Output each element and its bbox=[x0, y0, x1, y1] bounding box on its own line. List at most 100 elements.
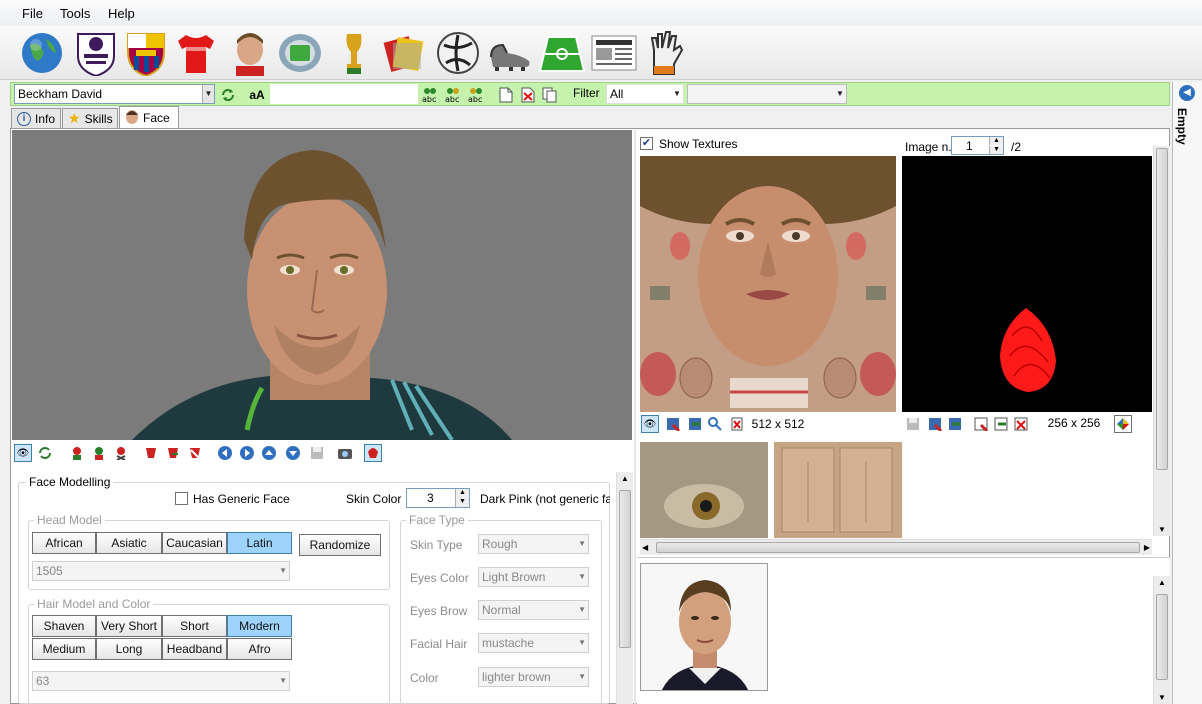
head-latin-button[interactable]: Latin bbox=[227, 532, 292, 554]
chevron-down-icon[interactable]: ▼ bbox=[834, 85, 846, 103]
save-icon[interactable] bbox=[904, 415, 922, 433]
scroll-left-icon[interactable]: ◀ bbox=[642, 543, 648, 552]
boots-icon[interactable] bbox=[486, 29, 534, 77]
fc-barcelona-icon[interactable] bbox=[122, 29, 170, 77]
show-textures-checkbox[interactable]: ✔ bbox=[640, 137, 653, 150]
head-caucasian-button[interactable]: Caucasian bbox=[162, 532, 227, 554]
eye-texture[interactable] bbox=[640, 442, 768, 538]
jersey-icon[interactable] bbox=[172, 29, 220, 77]
scroll-down-icon[interactable]: ▼ bbox=[1158, 693, 1166, 702]
skin-type-combo[interactable]: Rough ▼ bbox=[478, 534, 589, 554]
hair-afro-button[interactable]: Afro bbox=[227, 638, 292, 660]
globe-icon[interactable] bbox=[18, 29, 66, 77]
skin-color-stepper[interactable]: 3 ▲ ▼ bbox=[406, 488, 470, 508]
export-texture-icon[interactable] bbox=[926, 415, 944, 433]
import-texture-icon[interactable] bbox=[686, 415, 704, 433]
eye-icon[interactable]: 👁 bbox=[14, 444, 32, 462]
face-texture[interactable] bbox=[640, 156, 896, 412]
hair-texture[interactable] bbox=[902, 156, 1152, 412]
new-document-icon[interactable] bbox=[496, 85, 516, 105]
delete-head-icon[interactable] bbox=[112, 444, 130, 462]
generic-face-checkbox[interactable] bbox=[175, 492, 188, 505]
cards-icon[interactable] bbox=[380, 29, 428, 77]
photo-scrollbar[interactable]: ▲ ▼ bbox=[1153, 576, 1170, 704]
scrollbar-thumb[interactable] bbox=[1156, 148, 1168, 470]
filter-combo[interactable]: All ▼ bbox=[606, 84, 684, 104]
hair-medium-button[interactable]: Medium bbox=[32, 638, 96, 660]
refresh-icon[interactable] bbox=[36, 444, 54, 462]
tab-info[interactable]: i Info bbox=[11, 108, 61, 128]
search-input[interactable] bbox=[270, 84, 418, 104]
head-african-button[interactable]: African bbox=[32, 532, 96, 554]
scroll-up-icon[interactable]: ▲ bbox=[1158, 578, 1166, 587]
ball-icon[interactable] bbox=[434, 29, 482, 77]
player-combo[interactable]: Beckham David ▼ bbox=[14, 84, 215, 104]
hair-modern-button[interactable]: Modern bbox=[227, 615, 292, 637]
hair-model-combo[interactable]: 63 ▼ bbox=[32, 671, 290, 691]
hair-long-button[interactable]: Long bbox=[96, 638, 162, 660]
export-hair-icon[interactable] bbox=[142, 444, 160, 462]
scroll-up-icon[interactable]: ▲ bbox=[621, 474, 629, 483]
save-icon[interactable] bbox=[308, 444, 326, 462]
chevron-down-icon[interactable]: ▼ bbox=[671, 85, 683, 103]
delete-texture-icon[interactable] bbox=[728, 415, 746, 433]
delete-document-icon[interactable] bbox=[518, 85, 538, 105]
menu-tools[interactable]: Tools bbox=[60, 6, 90, 21]
secondary-filter-combo[interactable]: ▼ bbox=[687, 84, 847, 104]
facial-hair-combo[interactable]: mustache ▼ bbox=[478, 633, 589, 653]
copy-document-icon[interactable] bbox=[540, 85, 560, 105]
stadium-icon[interactable] bbox=[276, 29, 324, 77]
chevron-down-icon[interactable]: ▼ bbox=[202, 85, 214, 103]
texture-scrollbar[interactable]: ▼ bbox=[1153, 146, 1170, 536]
pitch-icon[interactable] bbox=[538, 29, 586, 77]
gloves-icon[interactable] bbox=[642, 29, 690, 77]
scrollbar-thumb[interactable] bbox=[619, 490, 631, 648]
stepper-up-icon[interactable]: ▲ bbox=[455, 489, 469, 498]
player-icon[interactable] bbox=[226, 29, 274, 77]
tab-skills[interactable]: ★ Skills bbox=[62, 108, 118, 128]
delete-hair-icon[interactable] bbox=[186, 444, 204, 462]
hair-headband-button[interactable]: Headband bbox=[162, 638, 227, 660]
font-case-button[interactable]: aA bbox=[244, 85, 270, 105]
tab-face[interactable]: Face bbox=[119, 106, 179, 129]
abc-search-icon[interactable]: abc bbox=[466, 85, 486, 105]
image-number-stepper[interactable]: 1 ▲ ▼ bbox=[951, 136, 1004, 155]
face-modelling-scrollbar[interactable]: ▲ bbox=[616, 472, 633, 704]
eye-icon[interactable]: 👁 bbox=[641, 415, 659, 433]
hair-short-button[interactable]: Short bbox=[162, 615, 227, 637]
export-texture-icon[interactable] bbox=[664, 415, 682, 433]
texture-h-scrollbar[interactable]: ◀ ▶ bbox=[640, 539, 1152, 555]
hair-view-icon[interactable] bbox=[364, 444, 382, 462]
import-hair-icon[interactable] bbox=[164, 444, 182, 462]
refresh-icon[interactable] bbox=[218, 85, 238, 105]
export-head-icon[interactable] bbox=[68, 444, 86, 462]
eyes-brow-combo[interactable]: Normal ▼ bbox=[478, 600, 589, 620]
color-palette-icon[interactable] bbox=[1114, 415, 1132, 433]
delete-hair-texture-icon[interactable] bbox=[1012, 415, 1030, 433]
camera-icon[interactable] bbox=[336, 444, 354, 462]
eyes-color-combo[interactable]: Light Brown ▼ bbox=[478, 567, 589, 587]
import-hair-texture-icon[interactable] bbox=[992, 415, 1010, 433]
menu-help[interactable]: Help bbox=[108, 6, 135, 21]
head-model-combo[interactable]: 1505 ▼ bbox=[32, 561, 290, 581]
scroll-down-icon[interactable]: ▼ bbox=[1158, 525, 1166, 534]
arrow-left-icon[interactable] bbox=[216, 444, 234, 462]
newspaper-icon[interactable] bbox=[590, 29, 638, 77]
stepper-down-icon[interactable]: ▼ bbox=[455, 498, 469, 507]
mouth-texture[interactable] bbox=[774, 442, 902, 538]
arrow-left-icon[interactable]: ◀ bbox=[1179, 85, 1195, 101]
facial-hair-color-combo[interactable]: lighter brown ▼ bbox=[478, 667, 589, 687]
premier-league-icon[interactable] bbox=[72, 29, 120, 77]
hair-very-short-button[interactable]: Very Short bbox=[96, 615, 162, 637]
randomize-button[interactable]: Randomize bbox=[299, 534, 381, 556]
hair-shaven-button[interactable]: Shaven bbox=[32, 615, 96, 637]
arrow-up-icon[interactable] bbox=[260, 444, 278, 462]
menu-file[interactable]: File bbox=[22, 6, 43, 21]
player-photo[interactable] bbox=[640, 563, 768, 691]
arrow-down-icon[interactable] bbox=[284, 444, 302, 462]
side-panel-label[interactable]: Empty bbox=[1175, 108, 1189, 145]
arrow-right-icon[interactable] bbox=[238, 444, 256, 462]
abc-sort-icon[interactable]: abc bbox=[420, 85, 440, 105]
zoom-icon[interactable] bbox=[706, 415, 724, 433]
world-cup-icon[interactable] bbox=[330, 29, 378, 77]
